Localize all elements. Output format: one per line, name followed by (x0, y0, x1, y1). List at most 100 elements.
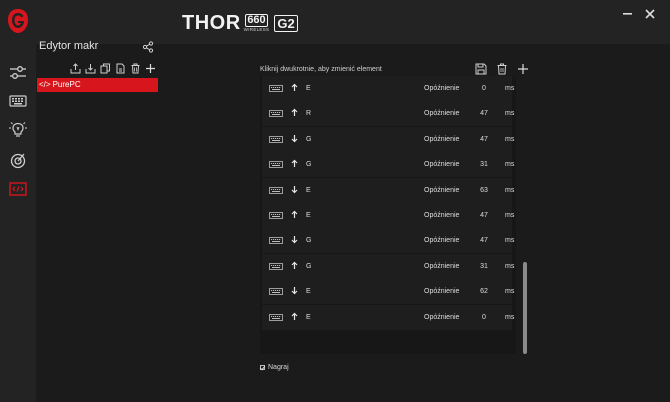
close-button[interactable] (642, 6, 658, 22)
close-icon (645, 9, 655, 19)
copy-button[interactable] (100, 63, 111, 74)
keyboard-icon (269, 212, 283, 219)
macro-toolbar (70, 63, 156, 74)
keyboard-icon (269, 85, 283, 92)
sliders-icon (10, 66, 26, 79)
step-list-scrollbar[interactable] (523, 262, 527, 354)
sidebar-item-lighting[interactable] (8, 120, 28, 140)
keyboard-icon (269, 262, 283, 270)
step-key: E (306, 85, 311, 92)
share-button[interactable] (142, 40, 154, 53)
panel-title: Edytor makr (39, 40, 99, 52)
keyboard-icon (269, 135, 283, 143)
sidebar-item-settings[interactable] (8, 63, 28, 83)
target-icon (10, 153, 26, 169)
macro-list-item[interactable]: </> PurePC (37, 78, 158, 92)
delay-unit: ms (505, 262, 515, 270)
delay-value[interactable]: 0 (478, 314, 490, 321)
sidebar-item-keys[interactable] (8, 91, 28, 111)
step-key: G (306, 262, 312, 270)
keyboard-icon (269, 313, 283, 321)
keyboard-icon (269, 186, 283, 194)
macro-name: PurePC (52, 80, 81, 89)
import-button[interactable] (85, 63, 96, 74)
delay-label: Opóźnienie (424, 85, 460, 92)
delay-unit: ms (505, 135, 515, 143)
macro-step-row[interactable]: G Opóźnienie 47 ms (262, 126, 515, 152)
import-icon (85, 64, 96, 74)
export-icon (70, 63, 81, 74)
macro-step-row[interactable]: R Opóźnienie 47 ms (262, 101, 515, 127)
delay-value[interactable]: 47 (478, 212, 490, 219)
macro-step-row[interactable]: G Opóźnienie 47 ms (262, 228, 515, 254)
delay-unit: ms (505, 237, 515, 245)
keyboard-icon (269, 161, 283, 169)
macro-step-row[interactable]: E Opóźnienie 63 ms (262, 177, 514, 203)
delay-unit: ms (505, 110, 515, 118)
delete-icon (497, 63, 506, 74)
keyboard-icon (269, 288, 283, 296)
delay-value[interactable]: 63 (478, 187, 490, 194)
macro-step-row[interactable]: G Opóźnienie 31 ms (262, 253, 515, 279)
delay-unit: ms (505, 313, 515, 321)
macro-step-row[interactable]: E Opóźnienie 0 ms (262, 304, 515, 330)
minimize-button[interactable] (620, 6, 636, 22)
lightbulb-icon (9, 122, 27, 137)
delay-value[interactable]: 31 (478, 263, 490, 270)
arrow-down-icon (290, 235, 299, 244)
keyboard-icon (269, 237, 283, 245)
minimize-icon (623, 13, 632, 15)
macro-step-row[interactable]: E Opóźnienie 62 ms (262, 279, 514, 305)
paste-icon (116, 63, 125, 74)
editor-hint: Kliknij dwukrotnie, aby zmienić element (260, 66, 382, 73)
arrow-up-icon (290, 83, 299, 92)
add-icon (146, 64, 155, 73)
product-name: THOR (182, 11, 241, 34)
delay-label: Opóźnienie (424, 237, 460, 245)
delete-icon (131, 63, 140, 74)
macro-step-row[interactable]: G Opóźnienie 31 ms (262, 152, 514, 178)
record-checkbox[interactable] (260, 365, 265, 370)
delete-macro-button[interactable] (130, 63, 141, 74)
step-key: R (306, 110, 312, 118)
delay-value[interactable]: 31 (478, 161, 490, 168)
delete-step-button[interactable] (495, 62, 508, 75)
title-bar: THOR 660 WIRELESS G2 (0, 0, 670, 44)
delay-value[interactable]: 62 (478, 288, 490, 295)
delay-label: Opóźnienie (424, 110, 460, 118)
delay-value[interactable]: 47 (478, 237, 490, 244)
macro-list-panel: Edytor makr </> PurePC (36, 40, 252, 402)
product-gen: G2 (274, 14, 298, 32)
macro-step-row[interactable]: E Opóźnienie 47 ms (262, 203, 514, 228)
macro-step-row[interactable]: E Opóźnienie 0 ms (262, 76, 515, 101)
delay-label: Opóźnienie (424, 186, 460, 194)
step-key: G (306, 237, 312, 245)
delay-label: Opóźnienie (424, 288, 460, 296)
record-label: Nagraj (268, 364, 289, 371)
delay-label: Opóźnienie (424, 212, 460, 219)
delay-value[interactable]: 47 (478, 136, 490, 143)
step-key: E (306, 313, 311, 321)
add-step-button[interactable] (516, 62, 529, 75)
arrow-down-icon (290, 134, 299, 143)
delay-value[interactable]: 47 (478, 110, 490, 117)
arrow-up-icon (290, 312, 299, 321)
delay-value[interactable]: 0 (478, 85, 490, 92)
step-key: E (306, 186, 311, 194)
sidebar (0, 44, 36, 402)
save-button[interactable] (474, 62, 487, 75)
add-macro-button[interactable] (145, 63, 156, 74)
sidebar-item-macro[interactable] (8, 179, 28, 199)
delay-label: Opóźnienie (424, 313, 460, 321)
record-toggle[interactable]: Nagraj (260, 364, 289, 371)
paste-button[interactable] (115, 63, 126, 74)
save-icon (475, 63, 486, 74)
delay-unit: ms (505, 85, 515, 92)
sidebar-item-performance[interactable] (8, 150, 28, 170)
product-logo: THOR 660 WIRELESS G2 (182, 12, 298, 34)
add-icon (517, 63, 528, 74)
step-key: G (306, 135, 312, 143)
delay-label: Opóźnienie (424, 262, 460, 270)
step-key: G (306, 161, 312, 169)
export-button[interactable] (70, 63, 81, 74)
